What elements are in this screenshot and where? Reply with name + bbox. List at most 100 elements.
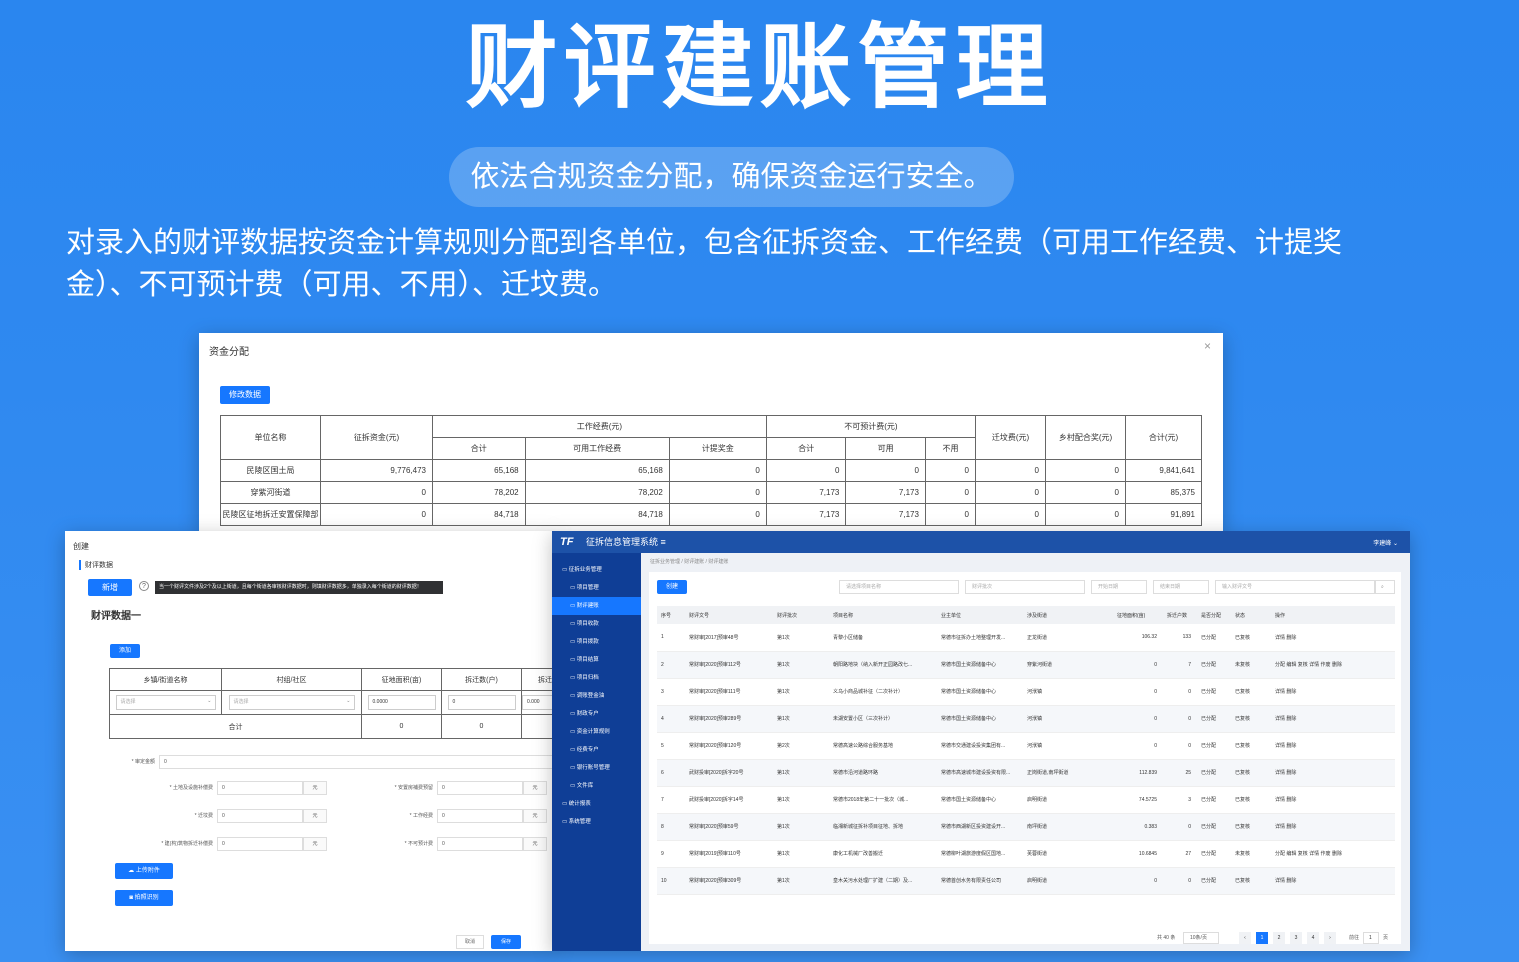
table-cell: 常财审[2020]预审309号 xyxy=(685,867,773,895)
row-actions[interactable]: 分配 编辑 复核 详情 作废 删除 xyxy=(1271,840,1395,868)
row-actions[interactable]: 详情 删除 xyxy=(1271,867,1395,895)
table-cell: 第1次 xyxy=(773,651,829,679)
land-fee-input[interactable]: 0 xyxy=(217,781,303,795)
table-row[interactable]: 5 常财审[2020]预审120号 第2次 常德高速公路综合服务基地 常德市交通建设投资… xyxy=(657,732,1395,760)
th-total: 合计(元) xyxy=(1125,415,1202,460)
amount-input[interactable]: 0 xyxy=(159,755,555,769)
cancel-button[interactable]: 取消 xyxy=(456,935,484,949)
batch-filter-select[interactable]: 财评批次 xyxy=(965,580,1085,594)
action-links[interactable]: 详情 删除 xyxy=(1275,797,1296,803)
create-button[interactable]: 创建 xyxy=(657,580,687,594)
table-row[interactable]: 9 常财审[2019]预审110号 第1次 康化工机械厂改善搬迁 常德柳叶湖旅游度假区国… xyxy=(657,840,1395,868)
action-links[interactable]: 详情 删除 xyxy=(1275,770,1296,776)
table-row[interactable]: 2 常财审[2020]预审112号 第1次 朝阳路地块（纳入新开正园路改七... 常德市… xyxy=(657,651,1395,679)
sidebar-item-3[interactable]: ▭ 项目收款 xyxy=(552,615,641,633)
photo-recognize-button[interactable]: ◙ 拍照识别 xyxy=(115,890,173,906)
table-row[interactable]: 8 常财审[2020]预审59号 第1次 临湘新城征拆补项目征地、拆地 常德市西湖新区投… xyxy=(657,813,1395,841)
grave-fee-input[interactable]: 0 xyxy=(217,809,303,823)
table-cell: 已复核 xyxy=(1231,732,1271,760)
menu-toggle-icon[interactable]: ≡ xyxy=(661,537,666,547)
table-row[interactable]: 7 武财投审[2020]拆字14号 第1次 常德市2018年第二十一批次（城... 常德… xyxy=(657,786,1395,814)
row-actions[interactable]: 详情 删除 xyxy=(1271,786,1395,814)
table-cell: 常德市交通建设投资集团有... xyxy=(937,732,1023,760)
page-4-button[interactable]: 4 xyxy=(1307,932,1319,944)
sidebar-item-2[interactable]: ▭ 财评建账 xyxy=(552,597,641,615)
sidebar-item-7[interactable]: ▭ 调账登金油 xyxy=(552,687,641,705)
start-date-input[interactable]: 开始日期 xyxy=(1091,580,1147,594)
table-cell: 青黎小区储备 xyxy=(829,624,937,652)
table-cell: 112.839 xyxy=(1113,759,1163,787)
project-filter-select[interactable]: 请选择项目名称 xyxy=(839,580,959,594)
add-row-button[interactable]: 添加 xyxy=(110,644,140,658)
count-input[interactable]: 0 xyxy=(447,695,516,710)
amount-cell: 0 xyxy=(1045,459,1126,482)
table-cell: 第1次 xyxy=(773,624,829,652)
work-fee-input[interactable]: 0 xyxy=(437,809,523,823)
page-size-select[interactable]: 10条/页 xyxy=(1183,932,1219,944)
table-cell: 0 xyxy=(1113,678,1163,706)
sidebar-item-11[interactable]: ▭ 银行账号管理 xyxy=(552,759,641,777)
end-date-input[interactable]: 结束日期 xyxy=(1153,580,1209,594)
village-select[interactable]: 请选择 xyxy=(228,695,355,710)
town-select[interactable]: 请选择 xyxy=(115,695,216,710)
row-actions[interactable]: 详情 删除 xyxy=(1271,678,1395,706)
unforeseen-fee-input[interactable]: 0 xyxy=(437,837,523,851)
goto-page-input[interactable]: 1 xyxy=(1363,932,1379,944)
sidebar-item-8[interactable]: ▭ 财政专户 xyxy=(552,705,641,723)
action-links[interactable]: 详情 删除 xyxy=(1275,824,1296,830)
th-work-usable: 可用工作经费 xyxy=(524,437,670,460)
upload-button[interactable]: ☁ 上传附件 xyxy=(115,863,173,879)
sidebar-item-6[interactable]: ▭ 项目归档 xyxy=(552,669,641,687)
table-row[interactable]: 1 常财审[2017]预审48号 第1次 青黎小区储备 常德市征拆办土地整理开发... 正… xyxy=(657,624,1395,652)
table-row[interactable]: 3 常财审[2020]预审111号 第1次 义乌小商品城补征（二次补计） 常德市国土资源… xyxy=(657,678,1395,706)
add-new-button[interactable]: 新增 xyxy=(88,579,132,596)
sidebar-item-9[interactable]: ▭ 资金计算规则 xyxy=(552,723,641,741)
table-row[interactable]: 10 常财审[2020]预审309号 第1次 皇木关污水处理厂扩建（二期）及... 常德… xyxy=(657,867,1395,895)
doc-number-input[interactable]: 输入财评文号 xyxy=(1215,580,1375,594)
resettle-fee-input[interactable]: 0 xyxy=(437,781,523,795)
user-menu[interactable]: 李建峰 ⌄ xyxy=(1373,538,1398,547)
prev-page-button[interactable]: ‹ xyxy=(1239,932,1251,944)
sidebar-item-13[interactable]: ▭ 统计报表 xyxy=(552,795,641,813)
field-label: * 安置房補费预留 xyxy=(394,785,433,791)
sidebar-item-12[interactable]: ▭ 文件库 xyxy=(552,777,641,795)
action-links[interactable]: 分配 编辑 复核 详情 作废 删除 xyxy=(1275,851,1342,857)
help-icon[interactable]: ? xyxy=(139,581,149,591)
sidebar-item-0[interactable]: ▭ 征拆业务管理 xyxy=(552,561,641,579)
demolish-input[interactable]: 0.000 xyxy=(522,695,555,710)
row-actions[interactable]: 详情 删除 xyxy=(1271,705,1395,733)
page-3-button[interactable]: 3 xyxy=(1290,932,1302,944)
sidebar-item-14[interactable]: ▭ 系统管理 xyxy=(552,813,641,831)
building-fee-input[interactable]: 0 xyxy=(217,837,303,851)
save-button[interactable]: 保存 xyxy=(491,935,521,949)
table-row[interactable]: 4 常财审[2020]预审289号 第1次 未湖安置小区（三次补计） 常德市国土资源储备… xyxy=(657,705,1395,733)
sidebar-item-4[interactable]: ▭ 项目拨款 xyxy=(552,633,641,651)
table-cell: 穿紫河街道 xyxy=(1023,651,1113,679)
action-links[interactable]: 详情 删除 xyxy=(1275,635,1296,641)
row-actions[interactable]: 详情 删除 xyxy=(1271,624,1395,652)
sidebar-item-5[interactable]: ▭ 项目结算 xyxy=(552,651,641,669)
table-cell: 74.5725 xyxy=(1113,786,1163,814)
sidebar-item-10[interactable]: ▭ 经费专户 xyxy=(552,741,641,759)
action-links[interactable]: 详情 删除 xyxy=(1275,878,1296,884)
table-cell: 常财审[2020]预审289号 xyxy=(685,705,773,733)
unit-name-cell: 民陵区国土局 xyxy=(220,459,321,482)
search-icon[interactable]: ⌕ xyxy=(1375,580,1395,594)
action-links[interactable]: 详情 删除 xyxy=(1275,743,1296,749)
edit-data-button[interactable]: 修改数据 xyxy=(220,386,270,404)
row-actions[interactable]: 分配 编辑 复核 详情 作废 删除 xyxy=(1271,651,1395,679)
row-actions[interactable]: 详情 删除 xyxy=(1271,759,1395,787)
row-actions[interactable]: 详情 删除 xyxy=(1271,732,1395,760)
menu-icon: ▭ xyxy=(562,567,569,573)
table-row[interactable]: 6 武财投审[2020]拆字20号 第1次 常德市沿河道路环路 常德市高速城市建设投资有… xyxy=(657,759,1395,787)
page-2-button[interactable]: 2 xyxy=(1273,932,1285,944)
action-links[interactable]: 详情 删除 xyxy=(1275,716,1296,722)
area-input[interactable]: 0.0000 xyxy=(367,695,436,710)
sidebar-item-1[interactable]: ▭ 项目管理 xyxy=(552,579,641,597)
close-icon[interactable]: × xyxy=(1204,339,1211,353)
action-links[interactable]: 详情 删除 xyxy=(1275,689,1296,695)
next-page-button[interactable]: › xyxy=(1324,932,1336,944)
action-links[interactable]: 分配 编辑 复核 详情 作废 删除 xyxy=(1275,662,1342,668)
row-actions[interactable]: 详情 删除 xyxy=(1271,813,1395,841)
page-1-button[interactable]: 1 xyxy=(1256,932,1268,944)
